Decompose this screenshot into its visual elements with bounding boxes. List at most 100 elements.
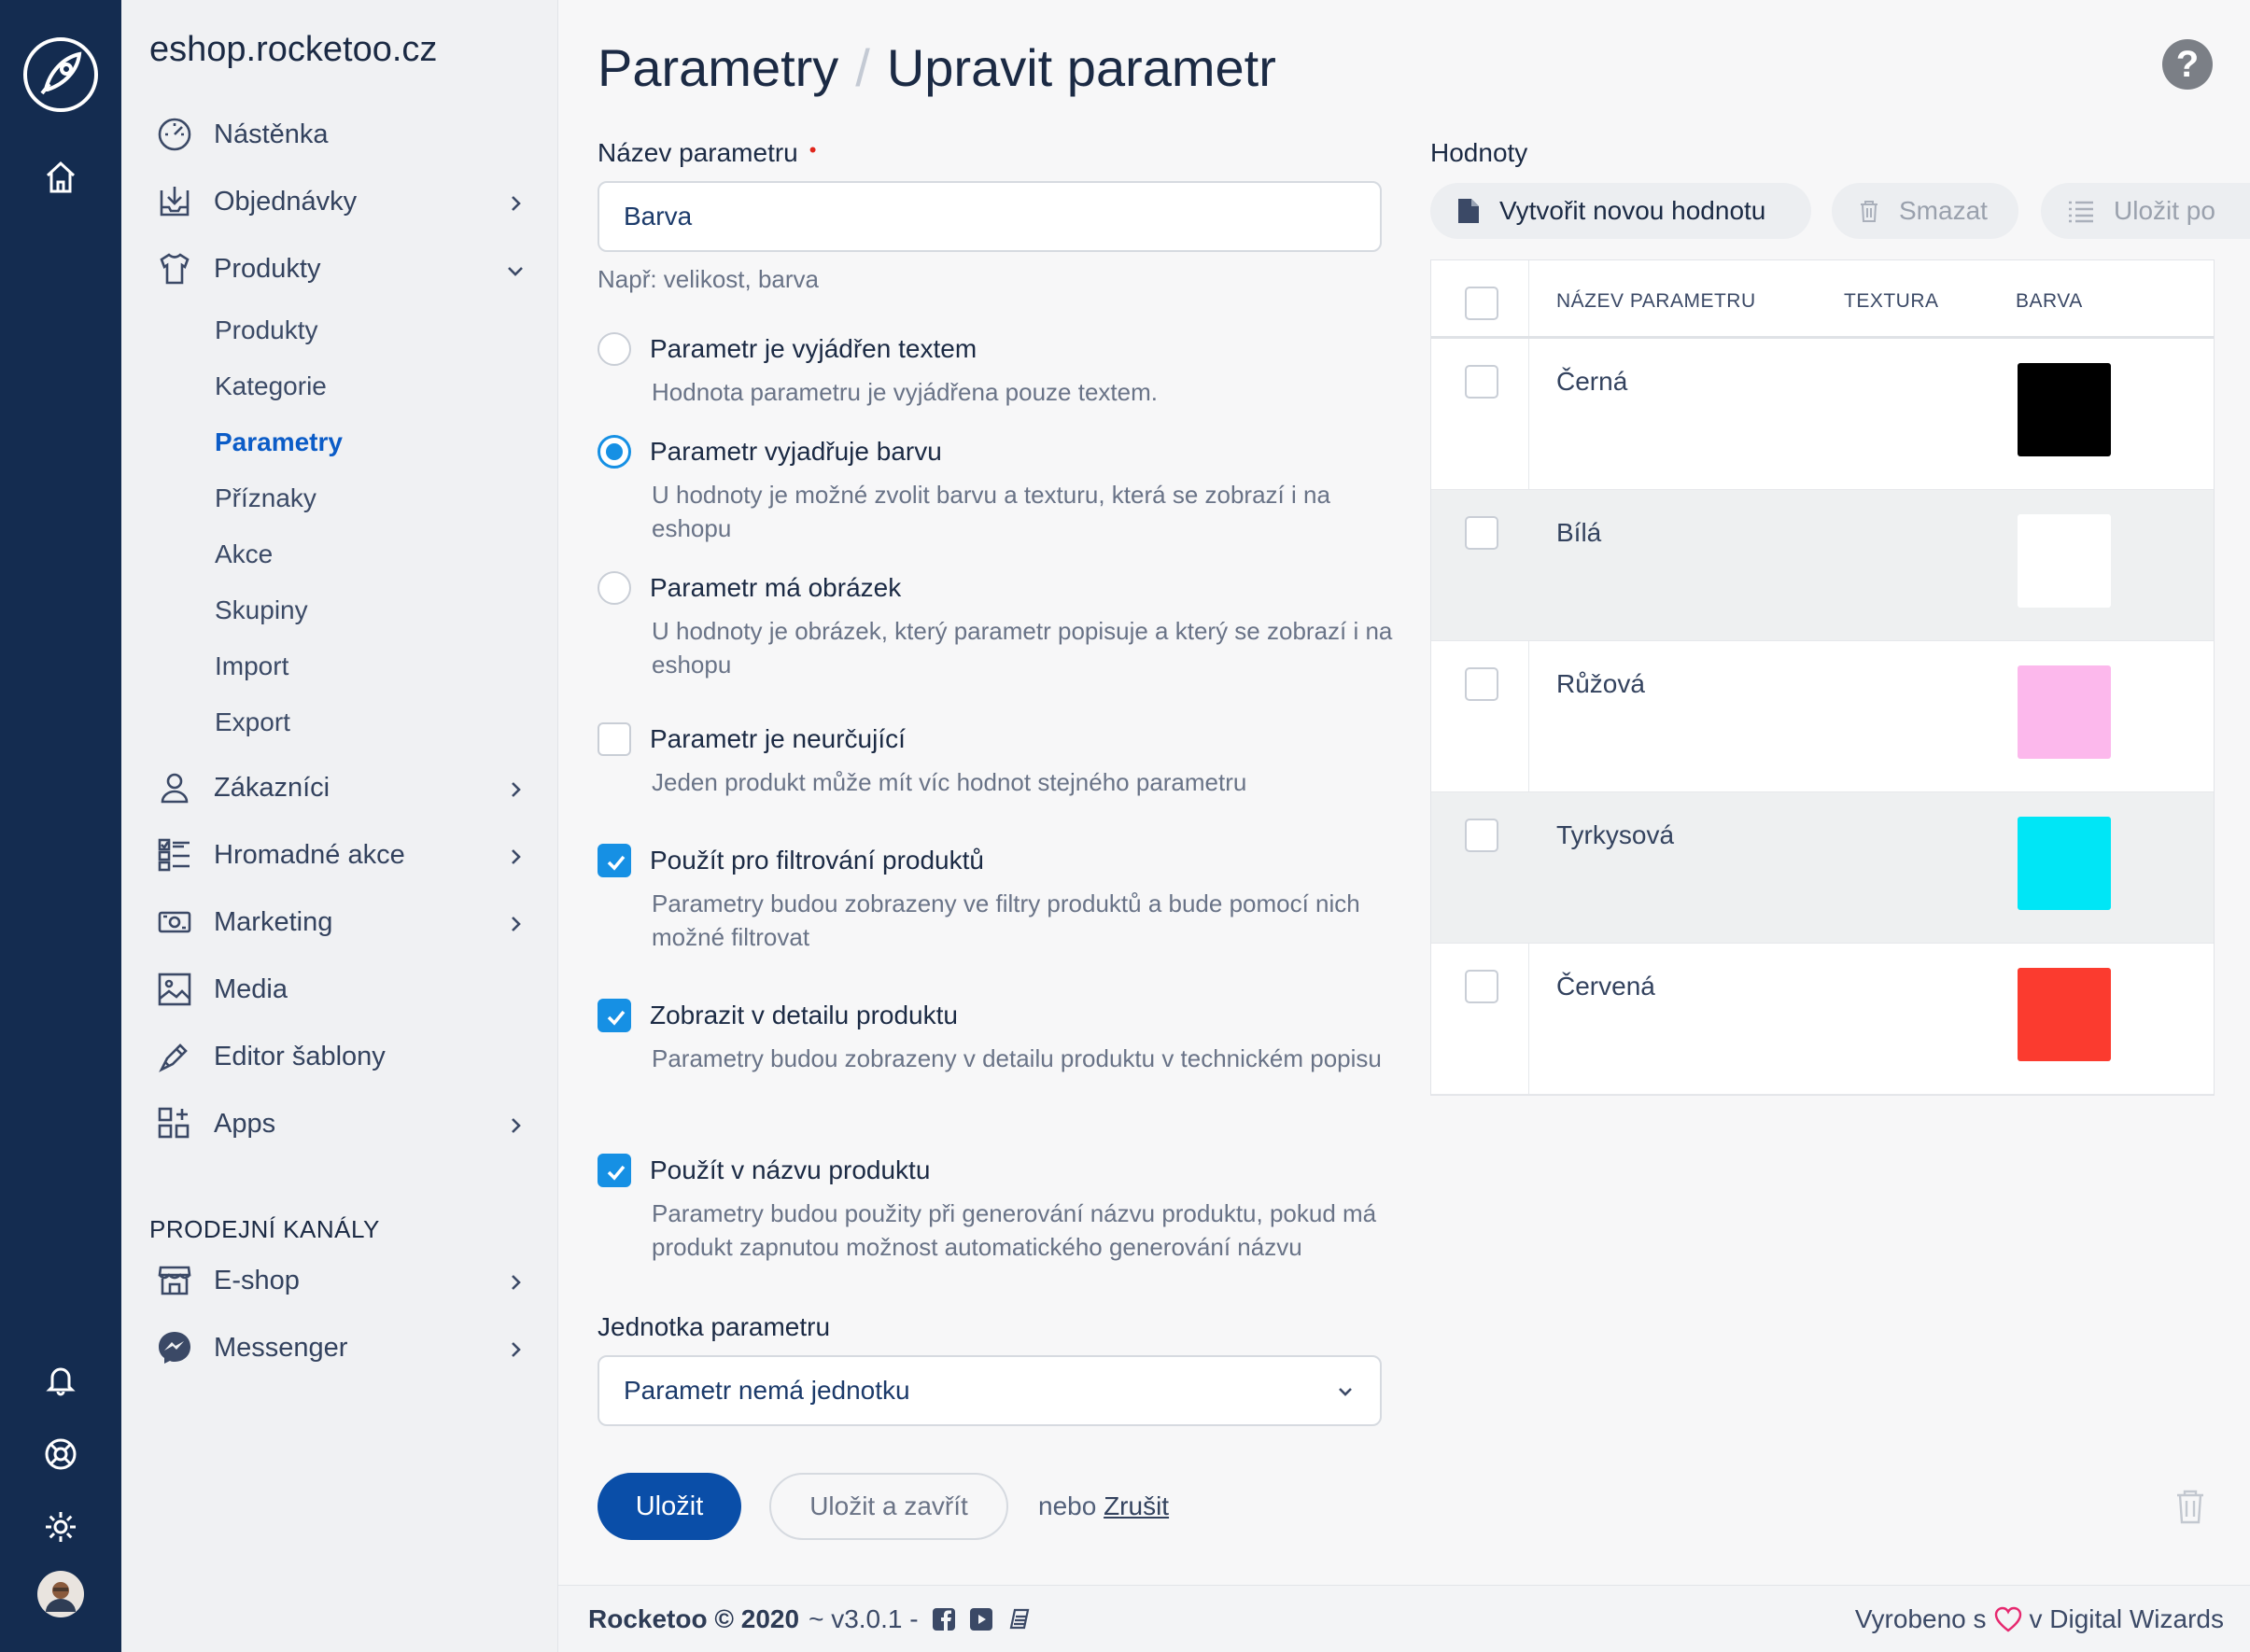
home-icon[interactable] [0,149,121,205]
subnav-parameters[interactable]: Parametry [215,427,343,457]
check-icon [607,1165,626,1181]
option-desc: Parametry budou použity při generování n… [652,1199,1377,1261]
footer-brand: Rocketoo © 2020 [588,1604,800,1633]
column-divider [1528,944,1529,1094]
column-header-name[interactable]: NÁZEV PARAMETRU [1556,290,1756,313]
subnav-import[interactable]: Import [215,651,288,681]
table-row[interactable]: Tyrkysová [1431,792,2214,944]
save-order-button[interactable]: Uložit po [2041,183,2250,239]
row-checkbox[interactable] [1465,970,1498,1003]
table-row[interactable]: Bílá [1431,490,2214,641]
delete-parameter-icon[interactable] [2173,1488,2207,1530]
footer-left: Rocketoo © 2020 ~ v3.0.1 - [588,1604,1031,1634]
nav-customers[interactable]: Zákazníci [154,763,537,812]
inbox-download-icon [154,181,195,222]
nav-apps[interactable]: Apps [154,1099,537,1148]
rocketoo-logo[interactable] [0,28,121,121]
document-icon [1458,199,1479,223]
option-title[interactable]: Zobrazit v detailu produktu [650,1001,958,1030]
subnav-export[interactable]: Export [215,707,290,737]
option-title[interactable]: Parametr je vyjádřen textem [650,334,977,364]
storefront-icon [154,1260,195,1301]
page-title: Parametry / Upravit parametr [598,37,1276,98]
column-header-color[interactable]: BARVA [2016,290,2083,313]
nav-eshop[interactable]: E-shop [154,1256,537,1305]
checkbox-detail[interactable] [598,999,631,1032]
nav-messenger[interactable]: Messenger [154,1323,537,1372]
nav-media[interactable]: Media [154,965,537,1014]
option-desc: U hodnoty je obrázek, který parametr pop… [652,617,1393,679]
checklist-icon [154,834,195,875]
subnav-categories[interactable]: Kategorie [215,371,327,401]
support-icon[interactable] [0,1426,121,1482]
column-divider [1528,641,1529,791]
color-swatch[interactable] [2018,665,2111,759]
main-content: Parametry / Upravit parametr ? Název param… [558,0,2250,1585]
row-checkbox[interactable] [1465,516,1498,550]
breadcrumb-parent[interactable]: Parametry [598,38,838,97]
color-swatch[interactable] [2018,514,2111,608]
subnav-products[interactable]: Produkty [215,315,318,345]
column-header-texture[interactable]: TEXTURA [1844,290,1939,313]
create-value-button[interactable]: Vytvořit novou hodnotu [1430,183,1811,239]
breadcrumb-separator: / [855,38,870,97]
value-name: Černá [1556,367,1628,396]
footer-right: Vyrobeno s v Digital Wizards [1855,1604,2224,1634]
option-title[interactable]: Použít pro filtrování produktů [650,846,984,875]
table-header: NÁZEV PARAMETRU TEXTURA BARVA [1431,260,2214,339]
row-checkbox[interactable] [1465,819,1498,852]
chevron-right-icon [505,777,526,797]
select-all-checkbox[interactable] [1465,287,1498,320]
delete-button[interactable]: Smazat [1832,183,2018,239]
nav-orders[interactable]: Objednávky [154,177,537,226]
settings-gear-icon[interactable] [0,1499,121,1555]
parameter-name-input[interactable]: Barva [598,181,1382,252]
bell-icon[interactable] [0,1351,121,1407]
nav-products[interactable]: Produkty [154,245,537,293]
cancel-link[interactable]: Zrušit [1104,1491,1169,1520]
option-title[interactable]: Parametr vyjadřuje barvu [650,437,942,467]
row-checkbox[interactable] [1465,667,1498,701]
breadcrumb-current: Upravit parametr [886,38,1276,97]
checkbox-product-name[interactable] [598,1154,631,1187]
nav-label: Editor šablony [214,1041,386,1071]
site-name[interactable]: eshop.rocketoo.cz [149,30,437,70]
checkbox-filter[interactable] [598,844,631,877]
save-close-button[interactable]: Uložit a zavřít [769,1473,1008,1540]
row-checkbox[interactable] [1465,365,1498,399]
table-row[interactable]: Červená [1431,944,2214,1095]
radio-text[interactable] [598,332,631,366]
subnav-promotions[interactable]: Akce [215,539,273,569]
nav-bulk-actions[interactable]: Hromadné akce [154,831,537,879]
nav-label: Media [214,973,288,1004]
made-by-text[interactable]: v Digital Wizards [2030,1604,2224,1634]
color-swatch[interactable] [2018,817,2111,910]
color-swatch[interactable] [2018,968,2111,1061]
nav-dashboard[interactable]: Nástěnka [154,110,537,159]
nav-template-editor[interactable]: Editor šablony [154,1032,537,1081]
checkbox-non-determining[interactable] [598,722,631,756]
subnav-groups[interactable]: Skupiny [215,595,308,625]
subnav-flags[interactable]: Příznaky [215,483,316,513]
delete-label: Smazat [1899,196,1988,225]
book-icon [1009,1608,1029,1630]
option-desc: Parametry budou zobrazeny ve filtry prod… [652,889,1360,951]
option-title[interactable]: Parametr je neurčující [650,724,906,754]
unit-select[interactable]: Parametr nemá jednotku [598,1355,1382,1426]
check-icon [607,1010,626,1026]
radio-color[interactable] [598,435,631,469]
color-swatch[interactable] [2018,363,2111,456]
table-row[interactable]: Růžová [1431,641,2214,792]
nav-label: Nástěnka [214,119,329,149]
radio-image[interactable] [598,571,631,605]
table-row[interactable]: Černá [1431,339,2214,490]
save-button[interactable]: Uložit [598,1473,741,1540]
option-title[interactable]: Použít v názvu produktu [650,1155,930,1185]
chevron-right-icon [505,1113,526,1133]
nav-marketing[interactable]: Marketing [154,898,537,946]
money-icon [154,902,195,943]
option-title[interactable]: Parametr má obrázek [650,573,901,603]
help-icon[interactable]: ? [2162,39,2213,90]
value-name: Červená [1556,972,1655,1001]
user-avatar[interactable] [0,1570,121,1618]
